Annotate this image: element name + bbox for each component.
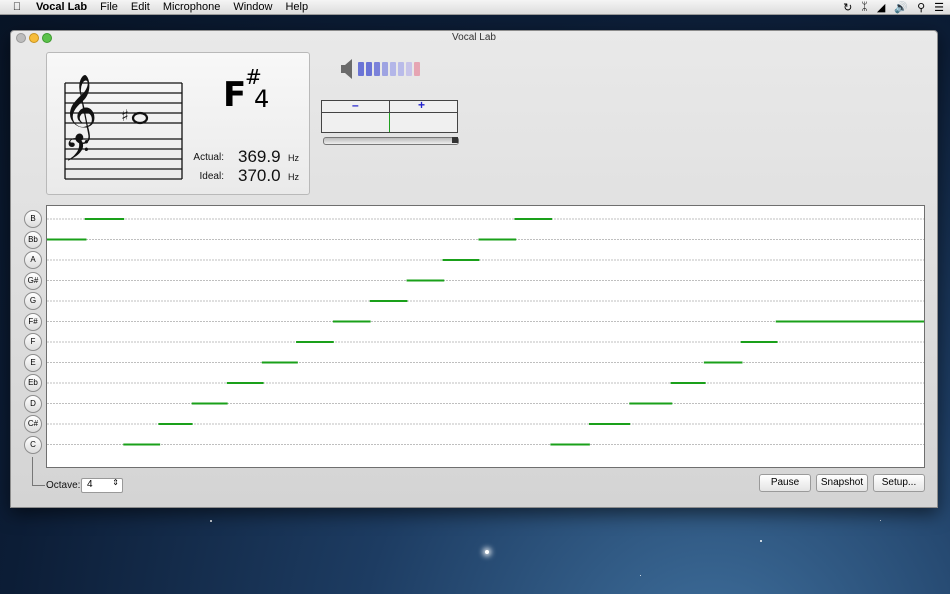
menu-microphone[interactable]: Microphone xyxy=(163,1,220,13)
time-machine-icon[interactable]: ↻ xyxy=(843,1,852,14)
note-button[interactable]: Eb xyxy=(24,374,42,392)
octave-value: 4 xyxy=(87,479,93,490)
volume-bar-segment xyxy=(374,62,380,76)
title-bar[interactable]: Vocal Lab xyxy=(11,31,937,45)
window-title: Vocal Lab xyxy=(452,32,496,43)
note-button[interactable]: F# xyxy=(24,312,42,331)
note-button[interactable]: C xyxy=(24,435,42,454)
grand-staff: 𝄞 𝄢 ♯ xyxy=(63,73,183,180)
stepper-arrows-icon[interactable]: ⇕ xyxy=(112,478,119,487)
menu-bar:  Vocal Lab File Edit Microphone Window … xyxy=(0,0,950,15)
apple-menu-icon[interactable]:  xyxy=(10,1,24,13)
whole-note-icon xyxy=(131,111,149,125)
volume-bar-segment xyxy=(398,62,404,76)
bass-clef-icon: 𝄢 xyxy=(65,132,89,176)
setup-button[interactable]: Setup... xyxy=(873,474,925,492)
input-level-slider[interactable] xyxy=(323,137,459,145)
octave-stepper[interactable]: 4 ⇕ xyxy=(81,478,123,493)
volume-meter xyxy=(340,58,420,80)
menu-edit[interactable]: Edit xyxy=(131,1,150,13)
note-button[interactable]: G xyxy=(24,292,42,310)
detected-note-octave: 4 xyxy=(254,85,270,113)
volume-bar-segment xyxy=(406,62,412,76)
menu-app-name[interactable]: Vocal Lab xyxy=(36,1,87,13)
octave-label: Octave: xyxy=(46,480,81,491)
spotlight-search-icon[interactable]: ⚲ xyxy=(917,1,925,14)
sharp-sign-icon: ♯ xyxy=(121,106,129,125)
bluetooth-icon[interactable]: ᛯ xyxy=(861,1,868,13)
notification-list-icon[interactable]: ☰ xyxy=(934,1,944,14)
flat-indicator: – xyxy=(352,98,359,112)
ideal-label: Ideal: xyxy=(199,171,224,182)
note-button[interactable]: E xyxy=(24,353,42,372)
status-tray: ↻ ᛯ ◢ 🔊 ⚲ ☰ xyxy=(843,0,944,14)
speaker-icon xyxy=(341,59,352,79)
note-button[interactable]: C# xyxy=(24,415,42,433)
pitch-graph xyxy=(46,205,925,468)
tuning-needle xyxy=(389,113,390,132)
ideal-unit: Hz xyxy=(288,172,299,182)
menu-help[interactable]: Help xyxy=(285,1,308,13)
note-button[interactable]: G# xyxy=(24,271,42,290)
volume-bar-segment xyxy=(414,62,420,76)
pitch-trace xyxy=(47,218,924,446)
wifi-icon[interactable]: ◢ xyxy=(877,1,885,14)
note-display-panel: 𝄞 𝄢 ♯ F # 4 Actual: 369.9 Hz Ideal: 370.… xyxy=(46,52,310,195)
menu-file[interactable]: File xyxy=(100,1,118,13)
ideal-frequency: 370.0 xyxy=(238,166,281,185)
vocal-lab-window: Vocal Lab 𝄞 𝄢 ♯ F # 4 Actual: 369.9 Hz I… xyxy=(10,30,938,508)
octave-bracket xyxy=(32,457,45,486)
menu-window[interactable]: Window xyxy=(233,1,272,13)
note-button[interactable]: F xyxy=(24,333,42,351)
sharp-indicator: + xyxy=(418,98,426,112)
snapshot-button[interactable]: Snapshot xyxy=(816,474,868,492)
pause-button[interactable]: Pause xyxy=(759,474,811,492)
note-button[interactable]: A xyxy=(24,251,42,269)
slider-thumb[interactable] xyxy=(452,137,458,143)
volume-bar-segment xyxy=(382,62,388,76)
volume-bar-segment xyxy=(358,62,364,76)
actual-frequency: 369.9 xyxy=(238,147,281,166)
volume-icon[interactable]: 🔊 xyxy=(894,1,908,14)
actual-unit: Hz xyxy=(288,153,299,163)
note-button[interactable]: Bb xyxy=(24,230,42,249)
detected-note-letter: F xyxy=(223,75,247,115)
actual-label: Actual: xyxy=(193,152,224,163)
tuning-meter: – + xyxy=(321,98,458,133)
volume-bar-segment xyxy=(366,62,372,76)
note-button[interactable]: D xyxy=(24,394,42,413)
note-button[interactable]: B xyxy=(24,210,42,228)
volume-bar-segment xyxy=(390,62,396,76)
